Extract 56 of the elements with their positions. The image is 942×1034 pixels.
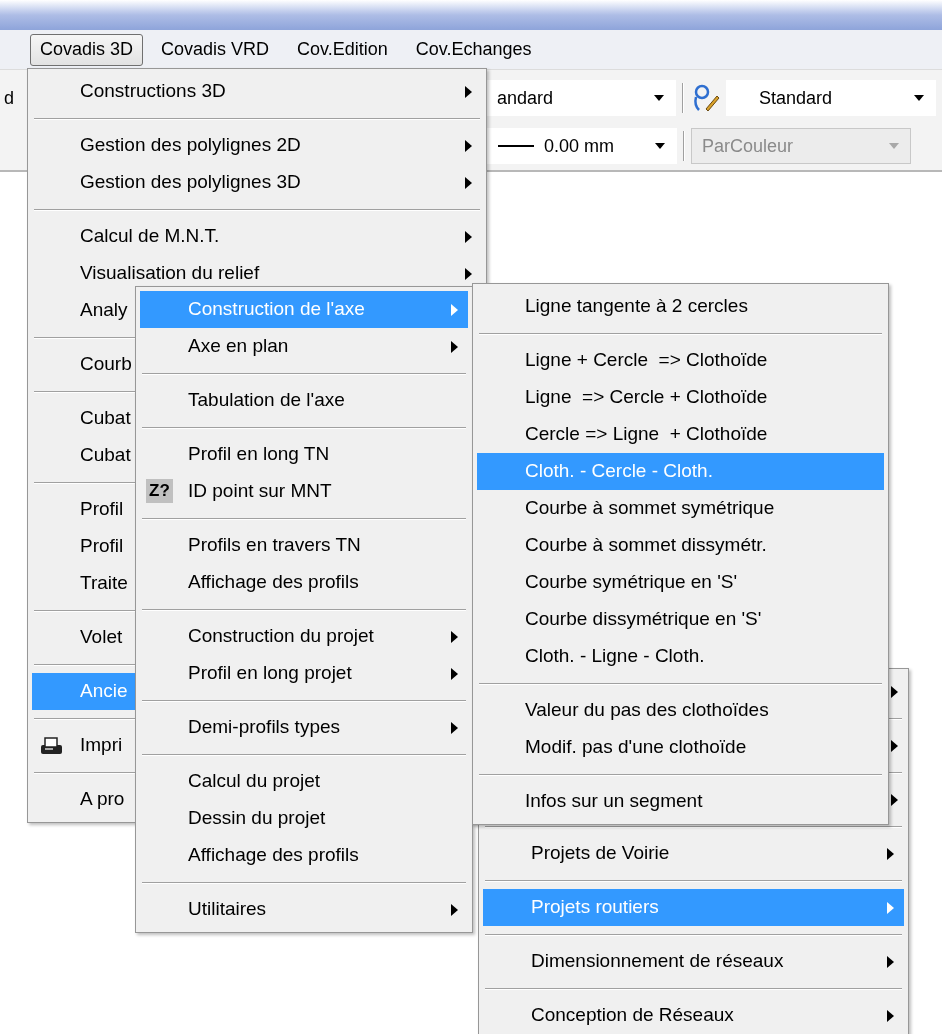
tool-badge: Z?	[146, 479, 173, 503]
menu-item[interactable]: Volet	[32, 619, 136, 656]
menu-item[interactable]: Courb	[32, 346, 136, 383]
dropdown-arrow-icon	[913, 94, 925, 102]
menu-item[interactable]: Courbe à sommet symétrique	[477, 490, 884, 527]
menu-item[interactable]: Tabulation de l'axe	[140, 382, 468, 419]
menu-item[interactable]: Profil en long TN	[140, 436, 468, 473]
menu-item[interactable]: Profil en long projet	[140, 655, 468, 692]
menu-item[interactable]: Ligne => Cercle + Clothoïde	[477, 379, 884, 416]
menu-item[interactable]: Courbe à sommet dissymétr.	[477, 527, 884, 564]
menu-item[interactable]: Affichage des profils	[140, 564, 468, 601]
dropdown-arrow-icon	[653, 94, 665, 102]
menu-item[interactable]: Gestion des polylignes 3D	[32, 164, 482, 201]
menu-item[interactable]: Affichage des profils	[140, 837, 468, 874]
menu-item[interactable]: Modif. pas d'une clothoïde	[477, 729, 884, 766]
style-dropdown[interactable]: andard	[486, 80, 676, 116]
menu-bar-item[interactable]: Covadis VRD	[151, 33, 280, 66]
menu-item[interactable]: Cubat	[32, 400, 136, 437]
style-dropdown[interactable]: Standard	[726, 80, 936, 116]
menu-item[interactable]: Dessin du projet	[140, 800, 468, 837]
menu-bar-item[interactable]: Covadis 3D	[30, 33, 144, 66]
menu-item[interactable]: Analy	[32, 292, 136, 329]
menu-item[interactable]: Cloth. - Ligne - Cloth.	[477, 638, 884, 675]
menu-item[interactable]: Z? ID point sur MNT	[140, 473, 468, 510]
menu-item[interactable]: Valeur du pas des clothoïdes	[477, 692, 884, 729]
menu-item[interactable]: Demi-profils types	[140, 709, 468, 746]
menu-item[interactable]: A pro	[32, 781, 136, 818]
menu-item[interactable]: Profil	[32, 528, 136, 565]
dropdown-arrow-icon	[888, 142, 900, 150]
menu-item[interactable]: Dimensionnement de réseaux	[483, 943, 904, 980]
menu-item[interactable]: Profil	[32, 491, 136, 528]
menu-item[interactable]: Cercle => Ligne + Clothoïde	[477, 416, 884, 453]
menu-item[interactable]: Conception de Réseaux	[483, 997, 904, 1034]
menu-bar-item[interactable]: Cov.Edition	[287, 33, 398, 66]
menu-item[interactable]: Utilitaires	[140, 891, 468, 928]
menu-item[interactable]: Infos sur un segment	[477, 783, 884, 820]
menu-item[interactable]: Profils en travers TN	[140, 527, 468, 564]
menu-item[interactable]: Courbe dissymétrique en 'S'	[477, 601, 884, 638]
menu-item[interactable]: Constructions 3D	[32, 73, 482, 110]
menu-item[interactable]: Gestion des polylignes 2D	[32, 127, 482, 164]
dropdown-arrow-icon	[654, 142, 666, 150]
menu-item[interactable]: Courbe symétrique en 'S'	[477, 564, 884, 601]
menu-item[interactable]: Calcul de M.N.T.	[32, 218, 482, 255]
menu-bar-item[interactable]: Cov.Echanges	[405, 33, 542, 66]
toolbar-label: d	[4, 86, 14, 110]
menu-item[interactable]: Projets de Voirie	[483, 835, 904, 872]
menu-item[interactable]: Ligne + Cercle => Clothoïde	[477, 342, 884, 379]
line-sample-icon	[498, 144, 534, 148]
menu-item[interactable]: Calcul du projet	[140, 763, 468, 800]
menu-item[interactable]: Construction du projet	[140, 618, 468, 655]
menu-item[interactable]: Cubat	[32, 437, 136, 474]
printer-icon	[38, 735, 64, 757]
menu-item[interactable]: Impri	[32, 727, 136, 764]
menu-item[interactable]: Axe en plan	[140, 328, 468, 365]
menu-item[interactable]: Traite	[32, 565, 136, 602]
lineweight-dropdown[interactable]: 0.00 mm	[487, 128, 677, 164]
